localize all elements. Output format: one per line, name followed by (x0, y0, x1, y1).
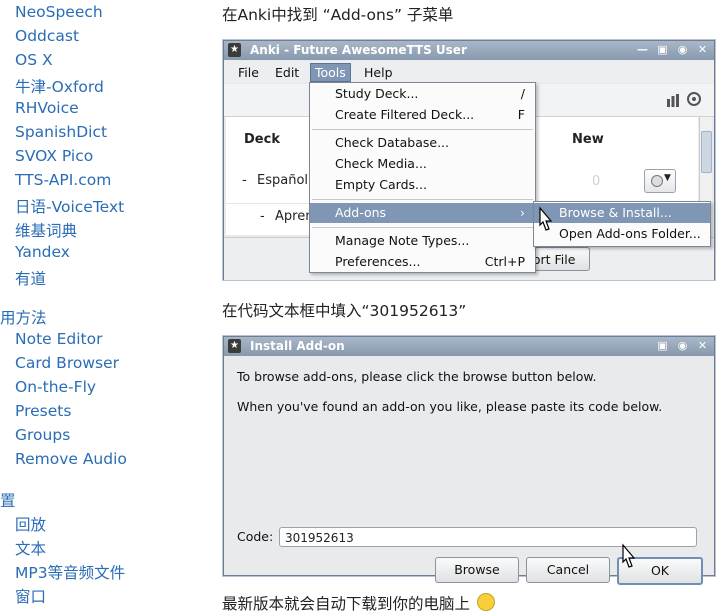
anki-app-icon: ★ (228, 43, 241, 57)
minimize-icon[interactable]: — (635, 43, 650, 57)
menu-item-label: Preferences... (335, 254, 421, 269)
sidebar-link-groups[interactable]: Groups (15, 426, 70, 444)
addons-submenu: Browse & Install... Open Add-ons Folder.… (533, 201, 711, 247)
stats-icon[interactable] (666, 92, 680, 107)
scrollbar-thumb[interactable] (701, 131, 712, 173)
menu-item-check-database[interactable]: Check Database... (310, 133, 535, 153)
install-titlebar[interactable]: ★ Install Add-on ▣ ◉ ✕ (224, 337, 714, 356)
deck-new-count: 0 (592, 174, 601, 189)
menu-item-label: Check Media... (335, 156, 427, 171)
menu-item-create-filtered-deck[interactable]: Create Filtered Deck... F (310, 105, 535, 125)
install-addon-dialog: ★ Install Add-on ▣ ◉ ✕ To browse add-ons… (223, 336, 715, 585)
menu-item-shortcut: / (520, 86, 525, 101)
menu-help[interactable]: Help (360, 64, 397, 81)
code-label: Code: (237, 529, 274, 544)
menu-item-label: Create Filtered Deck... (335, 107, 475, 122)
sidebar-link-presets[interactable]: Presets (15, 402, 71, 420)
anki-titlebar[interactable]: ★ Anki - Future AwesomeTTS User — ▣ ◉ ✕ (224, 41, 714, 60)
tools-menu-dropdown: Study Deck... / Create Filtered Deck... … (309, 82, 536, 273)
menu-item-label: Manage Note Types... (335, 233, 470, 248)
browse-button[interactable]: Browse (435, 557, 519, 583)
install-dialog-body: To browse add-ons, please click the brow… (224, 357, 714, 585)
paste-code-instructions: When you've found an add-on you like, pl… (237, 399, 663, 414)
sidebar-section-usage[interactable]: 用方法 (0, 306, 47, 328)
chevron-down-icon: ▼ (664, 173, 671, 183)
sidebar-link-window[interactable]: 窗口 (15, 585, 46, 607)
maximize-icon[interactable]: ▣ (655, 339, 670, 353)
browse-instructions: To browse add-ons, please click the brow… (237, 369, 597, 384)
menu-item-label: Browse & Install... (559, 205, 672, 220)
maximize-icon[interactable]: ▣ (655, 43, 670, 57)
new-column-header: New (572, 132, 604, 147)
menu-separator (312, 199, 533, 200)
sidebar-link-note-editor[interactable]: Note Editor (15, 330, 103, 348)
sidebar-link-neospeech[interactable]: NeoSpeech (15, 3, 103, 21)
menu-file[interactable]: File (234, 64, 263, 81)
sidebar-link-oxford[interactable]: 牛津-Oxford (15, 75, 104, 97)
menu-item-shortcut: F (517, 107, 525, 122)
menu-item-shortcut: Ctrl+P (484, 254, 525, 269)
instruction-find-addons: 在Anki中找到 “Add-ons” 子菜单 (222, 6, 454, 24)
deck-name[interactable]: Español (257, 173, 308, 188)
menu-separator (312, 227, 533, 228)
gear-icon (651, 175, 663, 187)
submenu-arrow-icon: › (520, 205, 525, 220)
menu-item-browse-install[interactable]: Browse & Install... (534, 203, 710, 223)
instruction-auto-download: 最新版本就会自动下载到你的电脑上 (222, 592, 495, 614)
sidebar-link-rhvoice[interactable]: RHVoice (15, 99, 79, 117)
window-menu-icon[interactable]: ◉ (675, 339, 690, 353)
sidebar-link-text[interactable]: 文本 (15, 537, 46, 559)
menu-item-study-deck[interactable]: Study Deck... / (310, 84, 535, 104)
deck-column-header: Deck (244, 132, 280, 147)
sidebar-section-settings[interactable]: 置 (0, 489, 16, 511)
menu-separator (312, 129, 533, 130)
menu-item-label: Add-ons (335, 205, 387, 220)
sidebar-link-svox-pico[interactable]: SVOX Pico (15, 147, 93, 165)
mouse-cursor-icon (618, 543, 638, 571)
deck-collapse-toggle[interactable]: - (242, 173, 247, 188)
sidebar-link-mp3[interactable]: MP3等音频文件 (15, 561, 125, 583)
sidebar-link-yandex[interactable]: Yandex (15, 243, 70, 261)
menu-item-empty-cards[interactable]: Empty Cards... (310, 175, 535, 195)
deck-options-button[interactable]: ▼ (644, 169, 676, 193)
sidebar-link-wiktionary[interactable]: 维基词典 (15, 219, 77, 241)
install-window-title: Install Add-on (250, 339, 345, 353)
menu-item-add-ons[interactable]: Add-ons › (310, 203, 535, 223)
sidebar-link-card-browser[interactable]: Card Browser (15, 354, 119, 372)
menu-item-open-addons-folder[interactable]: Open Add-ons Folder... (534, 224, 710, 244)
menu-item-label: Check Database... (335, 135, 449, 150)
deck-collapse-toggle[interactable]: - (260, 209, 265, 224)
menu-item-label: Study Deck... (335, 86, 419, 101)
close-icon[interactable]: ✕ (695, 339, 710, 353)
menu-item-check-media[interactable]: Check Media... (310, 154, 535, 174)
sidebar-link-remove-audio[interactable]: Remove Audio (15, 450, 127, 468)
sidebar-link-playback[interactable]: 回放 (15, 513, 46, 535)
sidebar-link-voicetext[interactable]: 日语-VoiceText (15, 195, 124, 217)
menu-item-label: Open Add-ons Folder... (559, 226, 701, 241)
close-icon[interactable]: ✕ (695, 43, 710, 57)
menu-item-label: Empty Cards... (335, 177, 427, 192)
sidebar-link-tts-api[interactable]: TTS-API.com (15, 171, 111, 189)
anki-app-icon: ★ (228, 339, 241, 353)
window-menu-icon[interactable]: ◉ (675, 43, 690, 57)
menu-edit[interactable]: Edit (271, 64, 303, 81)
anki-window-title: Anki - Future AwesomeTTS User (250, 43, 467, 57)
mouse-cursor-icon (535, 206, 555, 234)
anki-menubar: File Edit Tools Help (224, 61, 714, 83)
sidebar-link-youdao[interactable]: 有道 (15, 267, 46, 289)
instruction-auto-download-text: 最新版本就会自动下载到你的电脑上 (222, 595, 471, 613)
sidebar-link-on-the-fly[interactable]: On-the-Fly (15, 378, 96, 396)
cancel-button[interactable]: Cancel (526, 557, 610, 583)
menu-item-preferences[interactable]: Preferences... Ctrl+P (310, 252, 535, 272)
menu-item-manage-note-types[interactable]: Manage Note Types... (310, 231, 535, 251)
instruction-enter-code: 在代码文本框中填入“301952613” (222, 302, 467, 320)
sidebar-link-osx[interactable]: OS X (15, 51, 53, 69)
sync-icon[interactable] (686, 91, 702, 107)
sidebar-link-oddcast[interactable]: Oddcast (15, 27, 79, 45)
sidebar-nav: NeoSpeech Oddcast OS X 牛津-Oxford RHVoice… (0, 0, 210, 610)
sidebar-link-spanishdict[interactable]: SpanishDict (15, 123, 107, 141)
menu-tools[interactable]: Tools (310, 63, 351, 82)
deck-name[interactable]: Apren (275, 209, 313, 224)
smiley-emoji-icon (476, 593, 495, 611)
